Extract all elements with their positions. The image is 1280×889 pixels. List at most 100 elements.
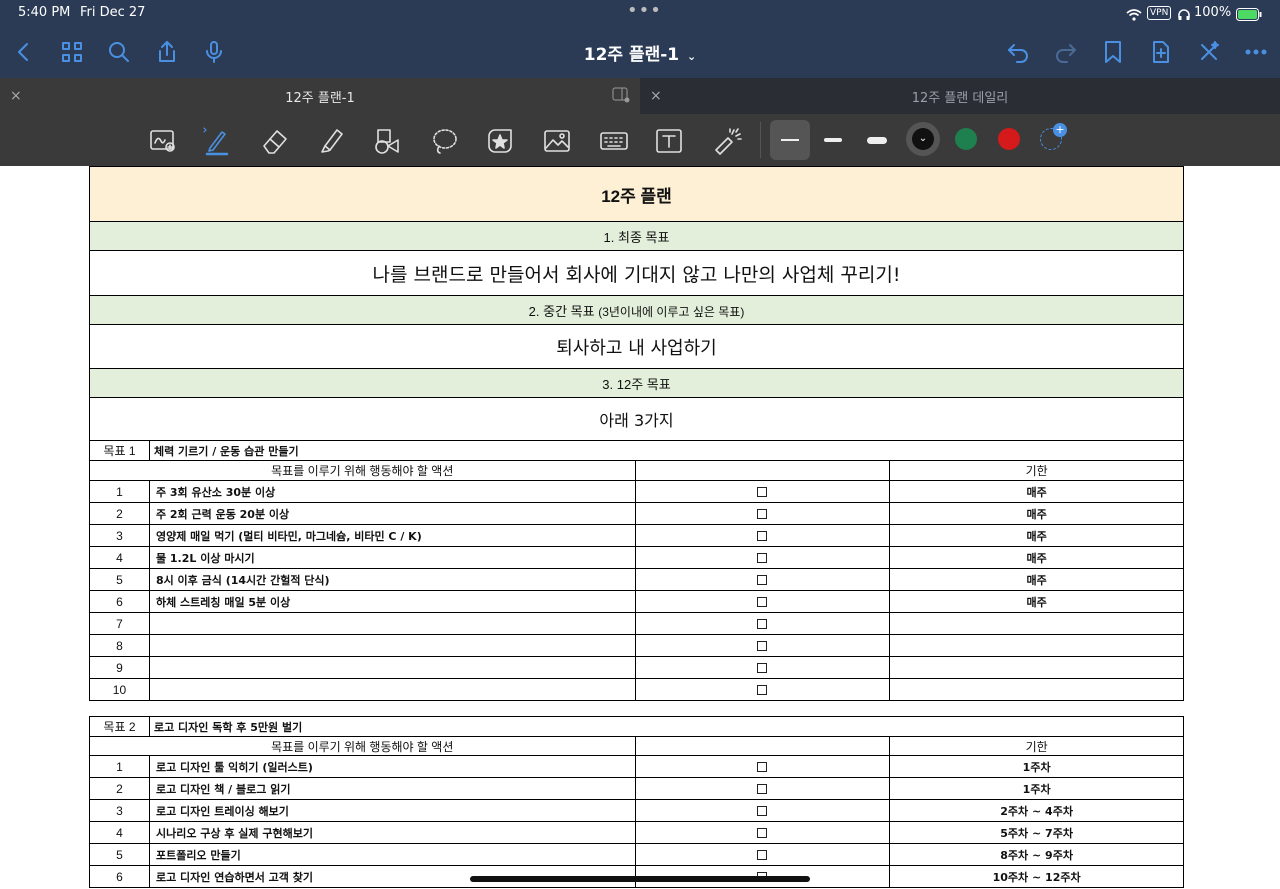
row-deadline: 매주: [889, 524, 1184, 547]
eraser-icon[interactable]: [258, 124, 292, 158]
row-deadline: 매주: [889, 590, 1184, 613]
home-indicator[interactable]: [470, 876, 810, 882]
row-checkbox-cell: [634, 799, 891, 822]
checkbox[interactable]: [757, 597, 768, 608]
tab-close-icon[interactable]: ×: [10, 88, 22, 104]
shapes-icon[interactable]: [370, 124, 404, 158]
checkbox[interactable]: [757, 784, 768, 795]
sticker-icon[interactable]: [483, 124, 517, 158]
section1-header: 1. 최종 목표: [89, 221, 1184, 251]
row-action: [148, 612, 636, 635]
table-row: 3 영양제 매일 먹기 (멀티 비타민, 마그네슘, 비타민 C / K) 매주: [89, 524, 1184, 547]
row-number: 6: [89, 590, 150, 613]
checkbox[interactable]: [757, 806, 768, 817]
row-checkbox-cell: [634, 678, 891, 701]
highlighter-icon[interactable]: [315, 124, 349, 158]
row-number: 5: [89, 843, 150, 866]
row-action: 물 1.2L 이상 마시기: [148, 546, 636, 569]
checkbox[interactable]: [757, 531, 768, 542]
row-number: 2: [89, 777, 150, 800]
row-checkbox-cell: [634, 480, 891, 503]
document-page[interactable]: 12주 플랜 1. 최종 목표 나를 브랜드로 만들어서 회사에 기대지 않고 …: [0, 166, 1280, 889]
checkbox[interactable]: [757, 663, 768, 674]
table-row: 8: [89, 634, 1184, 657]
checkbox[interactable]: [757, 619, 768, 630]
row-deadline: 5주차 ~ 7주차: [889, 821, 1184, 844]
section3-header: 3. 12주 목표: [89, 368, 1184, 398]
more-options-icon[interactable]: [1242, 38, 1270, 66]
checkbox[interactable]: [757, 575, 768, 586]
section1-text: 나를 브랜드로 만들어서 회사에 기대지 않고 나만의 사업체 꾸리기!: [89, 250, 1184, 296]
color-red-swatch[interactable]: [998, 128, 1020, 150]
plan-title: 12주 플랜: [89, 166, 1184, 222]
redo-icon[interactable]: [1052, 38, 1080, 66]
checkbox[interactable]: [757, 641, 768, 652]
status-date: Fri Dec 27: [80, 5, 146, 20]
laser-pointer-icon[interactable]: [710, 124, 744, 158]
magic-close-icon[interactable]: [1195, 38, 1223, 66]
tab-close-icon[interactable]: ×: [650, 88, 662, 104]
table-row: 10: [89, 678, 1184, 701]
drawing-toolbar: ⌄ +: [0, 114, 1280, 166]
checkbox[interactable]: [757, 850, 768, 861]
lasso-icon[interactable]: [428, 124, 462, 158]
undo-icon[interactable]: [1004, 38, 1032, 66]
table-row: 7: [89, 612, 1184, 635]
add-color-icon[interactable]: +: [1040, 123, 1067, 150]
row-checkbox-cell: [634, 590, 891, 613]
checkbox[interactable]: [757, 828, 768, 839]
color-green-swatch[interactable]: [955, 128, 977, 150]
row-deadline: [889, 656, 1184, 679]
wifi-icon: [1126, 6, 1142, 25]
row-checkbox-cell: [634, 568, 891, 591]
row-checkbox-cell: [634, 546, 891, 569]
row-number: 7: [89, 612, 150, 635]
row-action: 로고 디자인 책 / 블로그 읽기: [148, 777, 636, 800]
checkbox[interactable]: [757, 762, 768, 773]
goal1-action-header: 목표를 이루기 위해 행동해야 할 액션: [89, 460, 636, 481]
chevron-down-icon: ⌄: [687, 50, 697, 63]
split-view-icon[interactable]: [612, 87, 630, 107]
battery-icon: [1236, 6, 1262, 25]
row-number: 4: [89, 546, 150, 569]
row-checkbox-cell: [634, 656, 891, 679]
pen-icon[interactable]: [200, 124, 234, 158]
goal1-check-header: [634, 460, 891, 481]
add-page-icon[interactable]: [1147, 38, 1175, 66]
bookmark-icon[interactable]: [1099, 38, 1127, 66]
row-checkbox-cell: [634, 843, 891, 866]
row-action: [148, 656, 636, 679]
stroke-medium-option[interactable]: [824, 138, 842, 142]
multitask-dots[interactable]: •••: [627, 0, 662, 21]
row-deadline: 1주차: [889, 755, 1184, 778]
color-black-swatch[interactable]: ⌄: [906, 122, 940, 156]
tab-12week-plan-daily[interactable]: × 12주 플랜 데일리: [640, 78, 1280, 114]
text-icon[interactable]: [652, 124, 686, 158]
row-checkbox-cell: [634, 777, 891, 800]
stroke-thin-option[interactable]: [770, 120, 810, 160]
row-number: 3: [89, 524, 150, 547]
toolbar-divider: [760, 122, 761, 158]
table-row: 2 로고 디자인 책 / 블로그 읽기 1주차: [89, 777, 1184, 800]
row-deadline: [889, 634, 1184, 657]
checkbox[interactable]: [757, 509, 768, 520]
row-deadline: 2주차 ~ 4주차: [889, 799, 1184, 822]
goal2-check-header: [634, 736, 891, 756]
tab-bar: × 12주 플랜-1 × 12주 플랜 데일리: [0, 78, 1280, 114]
document-title[interactable]: 12주 플랜-1 ⌄: [0, 40, 1280, 65]
goal1-deadline-header: 기한: [889, 460, 1184, 481]
row-number: 10: [89, 678, 150, 701]
checkbox[interactable]: [757, 553, 768, 564]
keyboard-icon[interactable]: [597, 124, 631, 158]
row-number: 2: [89, 502, 150, 525]
row-number: 8: [89, 634, 150, 657]
checkbox[interactable]: [757, 487, 768, 498]
checkbox[interactable]: [757, 685, 768, 696]
image-icon[interactable]: [540, 124, 574, 158]
lasso-image-icon[interactable]: [146, 124, 180, 158]
row-checkbox-cell: [634, 502, 891, 525]
goal2-text: 로고 디자인 독학 후 5만원 벌기: [148, 716, 1185, 737]
goal2-table: 목표 2 로고 디자인 독학 후 5만원 벌기 목표를 이루기 위해 행동해야 …: [89, 716, 1185, 888]
stroke-thick-option[interactable]: [867, 137, 887, 144]
tab-12week-plan-1[interactable]: × 12주 플랜-1: [0, 78, 640, 114]
